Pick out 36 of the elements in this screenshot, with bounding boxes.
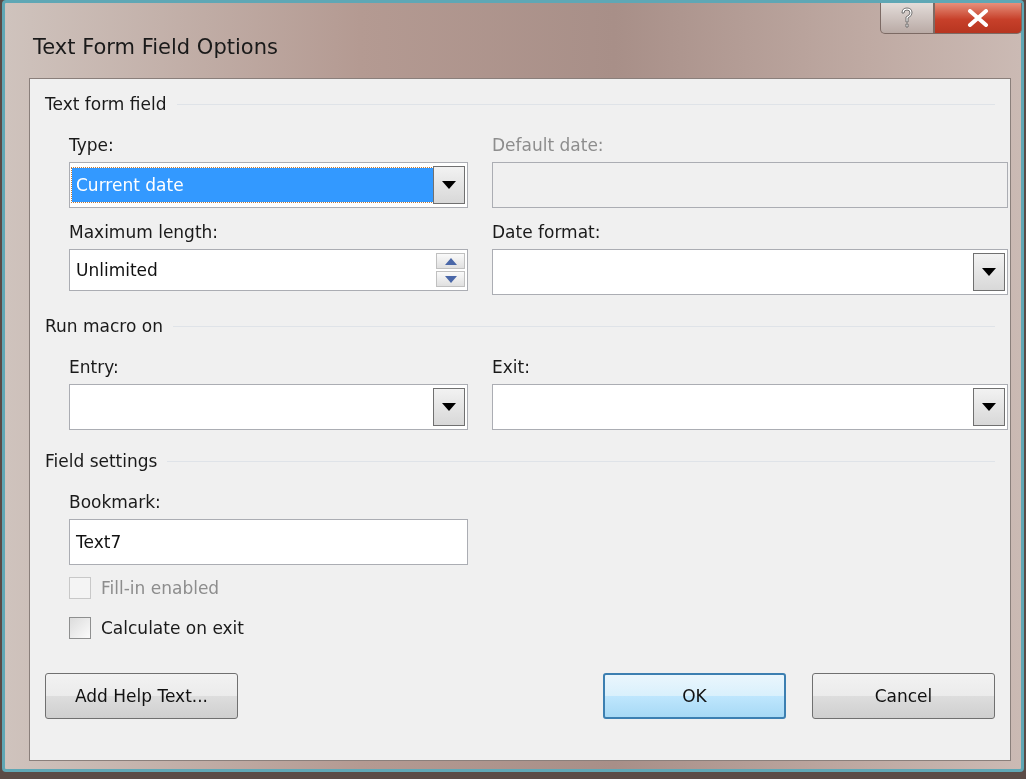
close-button[interactable] bbox=[934, 3, 1022, 34]
down-arrow-icon bbox=[444, 275, 457, 283]
spin-down-button[interactable] bbox=[436, 271, 465, 287]
checkbox[interactable] bbox=[69, 617, 91, 639]
dropdown-button[interactable] bbox=[973, 388, 1005, 426]
dropdown-arrow-icon bbox=[982, 268, 996, 276]
checkbox-label: Fill-in enabled bbox=[101, 578, 220, 598]
field-label: Exit: bbox=[492, 357, 531, 377]
spinner-field[interactable]: Unlimited bbox=[69, 249, 468, 291]
dialog-button[interactable]: Cancel bbox=[812, 673, 995, 719]
field-label: Default date: bbox=[492, 135, 605, 155]
dropdown-button[interactable] bbox=[433, 388, 465, 426]
dropdown-arrow-icon bbox=[982, 403, 996, 411]
field-label: Type: bbox=[69, 135, 115, 155]
window-title: Text Form Field Options bbox=[33, 35, 278, 59]
help-button[interactable] bbox=[880, 3, 934, 34]
dropdown-button[interactable] bbox=[973, 253, 1005, 291]
question-mark-icon bbox=[899, 7, 915, 29]
field-label: Bookmark: bbox=[69, 492, 162, 512]
field-label: Maximum length: bbox=[69, 222, 220, 242]
section-title: Field settings bbox=[45, 451, 158, 471]
close-icon bbox=[967, 9, 989, 27]
field-label: Entry: bbox=[69, 357, 120, 377]
section-title: Text form field bbox=[45, 94, 167, 114]
dialog-button[interactable]: OK bbox=[603, 673, 786, 719]
dropdown-arrow-icon bbox=[442, 181, 456, 189]
checkbox-label: Calculate on exit bbox=[101, 618, 244, 638]
selected-value: Current date bbox=[72, 168, 433, 202]
up-arrow-icon bbox=[444, 257, 457, 265]
input-field[interactable]: Text7 bbox=[69, 519, 468, 565]
spin-up-button[interactable] bbox=[436, 253, 465, 269]
dropdown-button[interactable] bbox=[433, 166, 465, 204]
field-label: Date format: bbox=[492, 222, 602, 242]
dialog-button[interactable]: Add Help Text... bbox=[45, 673, 238, 719]
section-title: Run macro on bbox=[45, 316, 163, 336]
dropdown-arrow-icon bbox=[442, 403, 456, 411]
